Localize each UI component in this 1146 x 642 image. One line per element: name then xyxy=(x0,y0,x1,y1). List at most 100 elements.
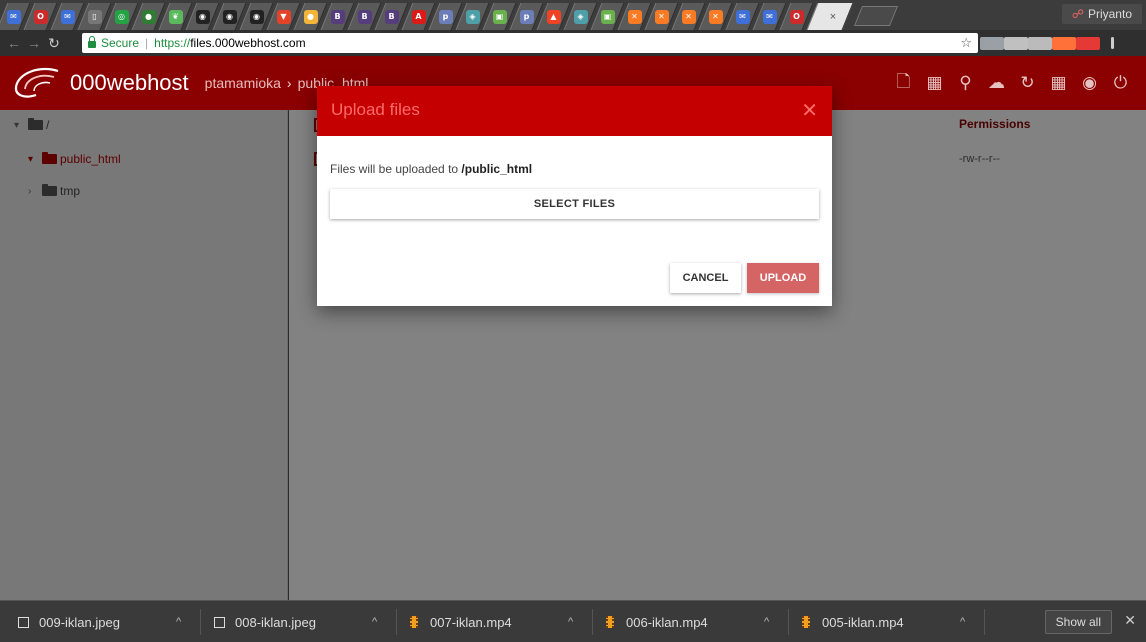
browser-tab[interactable]: ✕ xyxy=(675,3,702,30)
search-icon[interactable]: ⚲ xyxy=(950,70,981,96)
browser-tab[interactable]: ● xyxy=(297,3,324,30)
cors-extension-icon[interactable] xyxy=(1076,36,1100,50)
browser-tab[interactable]: ▼ xyxy=(270,3,297,30)
globe-icon[interactable]: ◉ xyxy=(1074,70,1105,96)
browser-tab[interactable]: ◉ xyxy=(189,3,216,30)
image-file-icon xyxy=(18,616,29,628)
profile-icon: ☍ xyxy=(1071,7,1084,21)
php-icon: p xyxy=(519,9,534,24)
browser-tab[interactable]: ◈ xyxy=(567,3,594,30)
address-bar[interactable]: Secure | https://files.000webhost.com ☆ xyxy=(82,33,978,53)
browser-tab[interactable]: ❦ xyxy=(162,3,189,30)
profile-button[interactable]: ☍ Priyanto xyxy=(1061,4,1142,24)
power-icon[interactable]: ⏻ xyxy=(1105,70,1136,96)
mail-icon: ✉ xyxy=(60,9,75,24)
refresh-icon[interactable]: ↻ xyxy=(1012,70,1043,96)
browser-tab[interactable]: O xyxy=(27,3,54,30)
browser-tab[interactable]: B xyxy=(324,3,351,30)
browser-tab[interactable]: ▣ xyxy=(594,3,621,30)
browser-tab[interactable]: ▯ xyxy=(81,3,108,30)
download-filename: 005-iklan.mp4 xyxy=(822,614,904,630)
new-tab-button[interactable] xyxy=(853,6,899,26)
extension-square-icon-glyph xyxy=(1004,36,1028,50)
download-item[interactable]: 007-iklan.mp4 ^ xyxy=(410,601,590,642)
xampp-icon: ✕ xyxy=(681,9,696,24)
codeigniter-icon: ▲ xyxy=(546,9,561,24)
grid-icon[interactable]: ▦ xyxy=(1043,70,1074,96)
download-item[interactable]: 008-iklan.jpeg ^ xyxy=(214,601,394,642)
php-icon: p xyxy=(438,9,453,24)
browser-tab[interactable]: ✉ xyxy=(756,3,783,30)
address-separator: | xyxy=(145,36,149,50)
opera-extension-icon[interactable] xyxy=(1028,36,1052,50)
upload-button[interactable]: UPLOAD xyxy=(747,263,819,293)
download-item[interactable]: 006-iklan.mp4 ^ xyxy=(606,601,786,642)
reload-icon[interactable]: ↻ xyxy=(44,35,64,52)
browser-tab[interactable]: ● xyxy=(135,3,162,30)
show-all-button[interactable]: Show all xyxy=(1044,610,1112,634)
extension-square-icon[interactable] xyxy=(1004,36,1028,50)
browser-tab-active[interactable]: × xyxy=(810,3,850,30)
upload-dialog: Upload files ✕ Files will be uploaded to… xyxy=(317,86,832,306)
select-files-button[interactable]: SELECT FILES xyxy=(330,189,819,219)
download-separator xyxy=(788,609,789,635)
browser-tab[interactable]: p xyxy=(513,3,540,30)
browser-toolbar: ← → ↻ Secure | https://files.000webhost.… xyxy=(0,30,1146,56)
mail-icon: ✉ xyxy=(762,9,777,24)
cancel-button[interactable]: CANCEL xyxy=(670,263,741,293)
chevron-up-icon[interactable]: ^ xyxy=(960,616,965,628)
browser-tab[interactable]: ✕ xyxy=(648,3,675,30)
new-file-icon[interactable]: 🗋 xyxy=(888,70,919,96)
firefox-extension-icon-glyph xyxy=(1052,36,1076,50)
dialog-header: Upload files ✕ xyxy=(317,86,832,136)
tab-close-icon[interactable]: × xyxy=(830,11,836,23)
browser-tab[interactable]: p xyxy=(432,3,459,30)
browser-tab[interactable]: A xyxy=(405,3,432,30)
new-folder-icon[interactable]: ▦ xyxy=(919,70,950,96)
browser-tab[interactable]: ▲ xyxy=(540,3,567,30)
browser-tab[interactable]: ✕ xyxy=(621,3,648,30)
image-file-icon xyxy=(214,616,225,628)
download-separator xyxy=(200,609,201,635)
xampp-icon: ✕ xyxy=(627,9,642,24)
browser-tab[interactable]: B xyxy=(378,3,405,30)
browser-tab[interactable]: ✕ xyxy=(702,3,729,30)
browser-tab[interactable]: ✉ xyxy=(0,3,27,30)
download-item[interactable]: 009-iklan.jpeg ^ xyxy=(18,601,198,642)
browser-tab-strip: ✉ O ✉ ▯ ◎ ● ❦ ◉ ◉ ◉ ▼ ● B B B Ap ◈ ▣ p ▲ ◈ ▣ ✕ ✕ ✕ ✕ ✉ ✉ O × ☍ Priyant… xyxy=(0,0,1146,30)
browser-tab[interactable]: ▣ xyxy=(486,3,513,30)
image-icon: ▣ xyxy=(492,9,507,24)
browser-tab[interactable]: ◈ xyxy=(459,3,486,30)
github-icon: ◉ xyxy=(249,9,264,24)
forward-icon[interactable]: → xyxy=(24,35,44,51)
chevron-up-icon[interactable]: ^ xyxy=(372,616,377,628)
close-icon[interactable]: ✕ xyxy=(1124,612,1136,629)
opera-extension-icon-glyph xyxy=(1028,36,1052,50)
chevron-up-icon[interactable]: ^ xyxy=(176,616,181,628)
chrome-menu-icon[interactable] xyxy=(1100,37,1124,49)
close-icon[interactable]: ✕ xyxy=(801,98,818,123)
browser-tab[interactable]: ◉ xyxy=(243,3,270,30)
chevron-up-icon[interactable]: ^ xyxy=(764,616,769,628)
download-item[interactable]: 005-iklan.mp4 ^ xyxy=(802,601,982,642)
dialog-title: Upload files xyxy=(331,100,420,119)
back-icon[interactable]: ← xyxy=(4,35,24,51)
destination-path: /public_html xyxy=(461,162,533,176)
security-label: Secure xyxy=(101,36,140,50)
chevron-up-icon[interactable]: ^ xyxy=(568,616,573,628)
upload-icon[interactable]: ☁ xyxy=(981,70,1012,96)
bookmark-star-icon[interactable]: ☆ xyxy=(960,35,972,51)
browser-tab[interactable]: ✉ xyxy=(729,3,756,30)
url-scheme: https:// xyxy=(154,36,191,50)
browser-tab[interactable]: O xyxy=(783,3,810,30)
extension-infinity-icon[interactable] xyxy=(980,36,1004,50)
browser-tab[interactable]: ✉ xyxy=(54,3,81,30)
extension-bar xyxy=(980,33,1124,53)
browser-tab[interactable]: B xyxy=(351,3,378,30)
download-shelf: 009-iklan.jpeg ^ 008-iklan.jpeg ^ 007-iklan.… xyxy=(0,600,1146,642)
brand-name[interactable]: 000webhost xyxy=(70,70,189,96)
browser-tab[interactable]: ◎ xyxy=(108,3,135,30)
browser-tab[interactable]: ◉ xyxy=(216,3,243,30)
breadcrumb-item-user[interactable]: ptamamioka xyxy=(205,75,281,91)
firefox-extension-icon[interactable] xyxy=(1052,36,1076,50)
